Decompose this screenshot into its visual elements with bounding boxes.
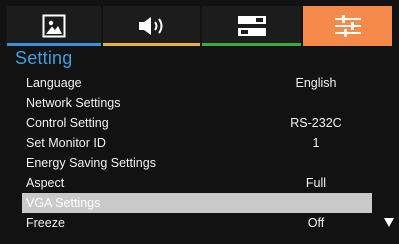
menu-item-value: English [295,76,337,90]
menu-item-label: Language [26,76,82,90]
menu-item-control-setting[interactable]: Control Setting RS-232C [22,113,372,133]
tab-layout-underline [202,43,301,46]
menu-item-value: Off [307,216,325,230]
menu-title: Setting [15,48,73,68]
menu-item-value: 1 [312,136,320,150]
menu-item-set-monitor-id[interactable]: Set Monitor ID 1 [22,133,372,153]
menu-item-label: Energy Saving Settings [26,156,156,170]
picture-icon [42,14,66,38]
tab-bar [7,6,392,46]
settings-list: Language English Network Settings Contro… [22,73,372,233]
tab-picture[interactable] [7,6,101,46]
menu-item-label: Aspect [26,176,65,190]
menu-item-label: Network Settings [26,96,121,110]
tab-layout[interactable] [202,6,301,46]
tab-audio[interactable] [103,6,200,46]
menu-item-aspect[interactable]: Aspect Full [22,173,372,193]
menu-item-value: RS-232C [290,116,342,130]
menu-item-vga-settings[interactable]: VGA Settings [22,193,372,213]
menu-item-energy-saving-settings[interactable]: Energy Saving Settings [22,153,372,173]
menu-item-label: Control Setting [26,116,109,130]
tab-settings[interactable] [303,6,392,46]
speaker-icon [138,17,162,35]
menu-item-network-settings[interactable]: Network Settings [22,93,372,113]
layout-icon [237,16,266,36]
tab-picture-underline [7,43,101,46]
osd-menu: Setting Language English Network Setting… [0,0,399,244]
menu-item-language[interactable]: Language English [22,73,372,93]
menu-item-value: Full [305,176,327,190]
tab-audio-underline [103,43,200,46]
sliders-icon [334,15,361,37]
menu-item-freeze[interactable]: Freeze Off [22,213,372,233]
menu-item-label: VGA Settings [26,196,101,210]
menu-item-label: Set Monitor ID [26,136,106,150]
menu-item-label: Freeze [26,216,65,230]
scroll-down-arrow-icon[interactable] [384,218,394,227]
